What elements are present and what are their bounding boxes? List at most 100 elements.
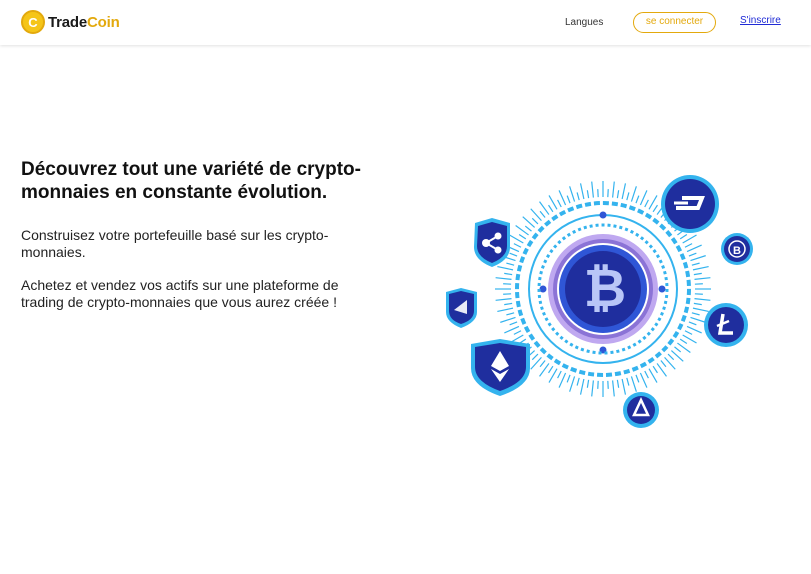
bitcoin-icon: ₿ (584, 260, 626, 318)
sunburst-tick (495, 277, 512, 280)
sunburst-tick (569, 186, 576, 202)
sunburst-tick (539, 360, 546, 368)
sunburst-tick (630, 186, 637, 202)
sunburst-tick (679, 234, 688, 240)
sunburst-tick (586, 379, 590, 388)
sunburst-tick (674, 346, 682, 353)
hero-title: Découvrez tout une variété de crypto-mon… (21, 159, 361, 203)
sunburst-tick (497, 265, 514, 271)
sunburst-tick (513, 330, 522, 335)
sunburst-tick (690, 255, 706, 262)
sunburst-tick (639, 372, 648, 388)
sunburst-tick (686, 325, 702, 334)
sunburst-tick (558, 190, 567, 206)
hero-paragraph-portfolio: Construisez votre portefeuille basé sur … (21, 227, 329, 260)
sunburst-tick (539, 210, 546, 218)
sunburst-tick (504, 325, 520, 334)
sunburst-tick (566, 374, 571, 383)
sunburst-tick (688, 321, 697, 326)
sunburst-tick (688, 252, 697, 257)
top-navigation-bar: C TradeCoin Langues se connecter S'inscr… (0, 0, 811, 45)
sunburst-tick (635, 374, 640, 383)
sunburst-tick (616, 379, 620, 388)
sunburst-tick (557, 370, 562, 379)
waves-icon (446, 288, 477, 328)
signup-link[interactable]: S'inscrire (740, 15, 781, 26)
sunburst-tick (531, 353, 539, 361)
sunburst-tick (612, 181, 615, 198)
lisk-icon (623, 392, 659, 428)
sunburst-tick (694, 298, 711, 301)
sunburst-tick (509, 321, 518, 326)
ripple-icon (474, 218, 510, 267)
crypto-illustration: ₿ B (446, 175, 753, 428)
sunburst-tick (684, 243, 693, 248)
brand-logo[interactable]: C TradeCoin (21, 10, 120, 34)
sunburst-tick (684, 330, 693, 335)
sunburst-tick (495, 298, 512, 301)
sunburst-tick (692, 265, 709, 271)
sunburst-tick (518, 234, 527, 240)
sunburst-tick (621, 378, 627, 395)
sunburst-tick (616, 190, 620, 199)
sunburst-tick (566, 195, 571, 204)
sunburst-tick (500, 316, 516, 323)
brand-name-coin: Coin (87, 13, 120, 31)
brand-name-trade: Trade (48, 13, 88, 31)
sunburst-tick (652, 204, 658, 213)
sunburst-tick (660, 360, 667, 368)
sunburst-tick (509, 252, 518, 257)
sunburst-tick (531, 217, 539, 225)
sunburst-tick (630, 376, 637, 392)
sunburst-tick (504, 272, 513, 276)
sunburst-tick (639, 190, 648, 206)
sunburst-tick (504, 302, 513, 306)
sunburst-tick (691, 312, 700, 316)
sunburst-tick (693, 302, 702, 306)
sunburst-tick (644, 199, 649, 208)
bytecoin-icon: B (721, 233, 753, 265)
sunburst-tick (692, 307, 709, 313)
sunburst-tick (686, 244, 702, 253)
ring-dot (539, 285, 547, 293)
sunburst-tick (679, 338, 688, 344)
dash-icon (661, 175, 719, 233)
sunburst-tick (524, 225, 532, 232)
sunburst-tick (612, 380, 615, 397)
languages-menu[interactable]: Langues (565, 17, 603, 28)
sunburst-tick (644, 370, 649, 379)
sunburst-tick (506, 312, 515, 316)
sunburst-tick (621, 183, 627, 200)
sunburst-tick (548, 204, 554, 213)
coin-logo-icon: C (21, 10, 45, 34)
sunburst-tick (667, 353, 675, 361)
sunburst-tick (626, 192, 630, 201)
sunburst-tick (626, 377, 630, 386)
ring-dot (599, 211, 607, 219)
sunburst-tick (652, 365, 658, 374)
ethereum-icon (471, 339, 530, 396)
sunburst-tick (579, 378, 585, 395)
sunburst-tick (635, 195, 640, 204)
sunburst-tick (497, 307, 514, 313)
sunburst-tick (586, 190, 590, 199)
hero-paragraph-trading: Achetez et vendez vos actifs sur une pla… (21, 277, 339, 310)
sunburst-tick (579, 183, 585, 200)
sunburst-tick (591, 380, 594, 397)
login-button[interactable]: se connecter (633, 12, 716, 33)
sunburst-tick (557, 199, 562, 208)
sunburst-tick (691, 262, 700, 266)
sunburst-tick (591, 181, 594, 198)
sunburst-tick (506, 262, 515, 266)
sunburst-tick (548, 365, 554, 374)
sunburst-tick (694, 277, 711, 280)
sunburst-tick (569, 376, 576, 392)
sunburst-tick (576, 192, 580, 201)
sunburst-tick (513, 243, 522, 248)
brand-name: TradeCoin (48, 14, 120, 31)
svg-text:B: B (733, 245, 741, 257)
litecoin-icon (704, 303, 748, 347)
sunburst-tick (690, 316, 706, 323)
sunburst-tick (693, 272, 702, 276)
sunburst-tick (576, 377, 580, 386)
